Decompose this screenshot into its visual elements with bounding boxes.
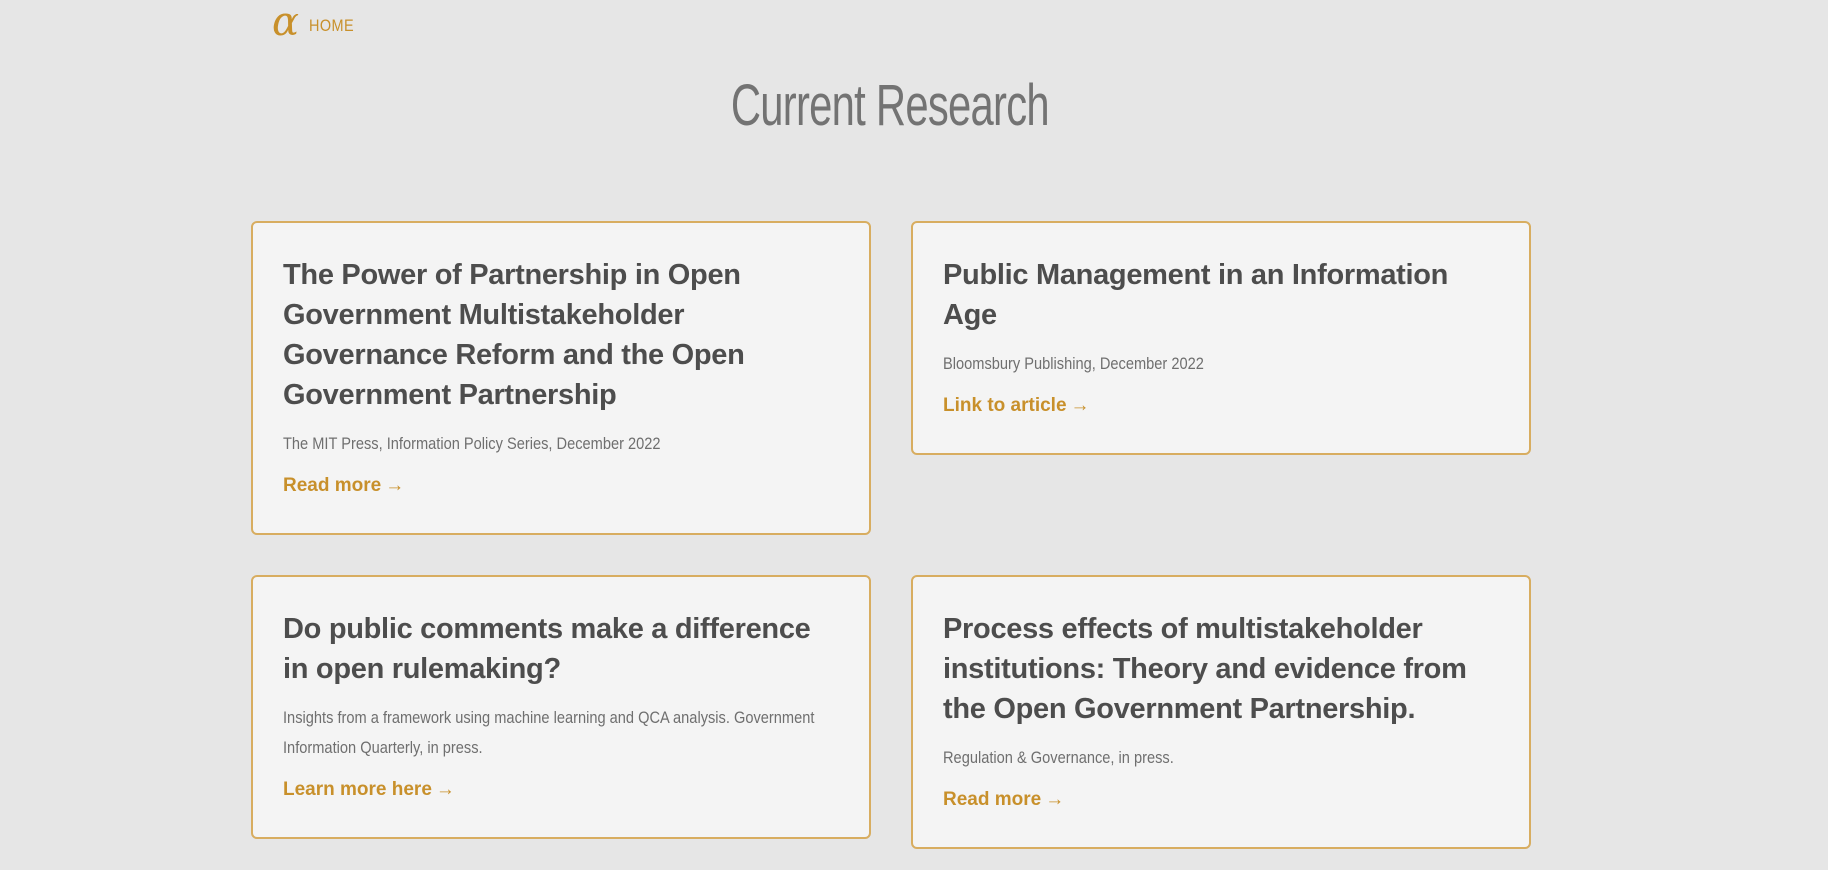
card-title: Do public comments make a difference in … xyxy=(283,613,811,685)
top-navigation: α HOME xyxy=(272,2,362,42)
link-label: Link to article xyxy=(943,395,1067,416)
research-card-power-of-partnership: The Power of Partnership in Open Governm… xyxy=(251,221,871,535)
page-title: Current Research xyxy=(0,72,1780,139)
research-card-process-effects: Process effects of multistakeholder inst… xyxy=(911,575,1531,849)
card-publication-info: Bloomsbury Publishing, December 2022 xyxy=(943,354,1204,373)
alpha-logo-icon[interactable]: α xyxy=(272,2,299,42)
card-publication-info: Insights from a framework using machine … xyxy=(283,708,815,757)
arrow-right-icon: → xyxy=(385,475,405,496)
research-card-public-comments: Do public comments make a difference in … xyxy=(251,575,871,839)
card-title: Public Management in an Information Age xyxy=(943,259,1449,331)
link-label: Read more xyxy=(283,475,382,496)
link-label: Learn more here xyxy=(283,779,432,800)
research-card-public-management: Public Management in an Information Age … xyxy=(911,221,1531,455)
home-nav-link[interactable]: HOME xyxy=(309,16,354,36)
link-label: Read more xyxy=(943,789,1042,810)
read-more-link[interactable]: Read more → xyxy=(943,789,1064,811)
card-title: The Power of Partnership in Open Governm… xyxy=(283,259,745,411)
arrow-right-icon: → xyxy=(1045,789,1065,810)
learn-more-link[interactable]: Learn more here → xyxy=(283,779,455,801)
read-more-link[interactable]: Read more → xyxy=(283,475,404,497)
arrow-right-icon: → xyxy=(1070,395,1090,416)
link-to-article-link[interactable]: Link to article → xyxy=(943,395,1090,417)
card-publication-info: The MIT Press, Information Policy Series… xyxy=(283,434,661,453)
page-title-text: Current Research xyxy=(730,73,1050,138)
card-publication-info: Regulation & Governance, in press. xyxy=(943,748,1174,767)
arrow-right-icon: → xyxy=(435,779,455,800)
card-title: Process effects of multistakeholder inst… xyxy=(943,613,1467,725)
